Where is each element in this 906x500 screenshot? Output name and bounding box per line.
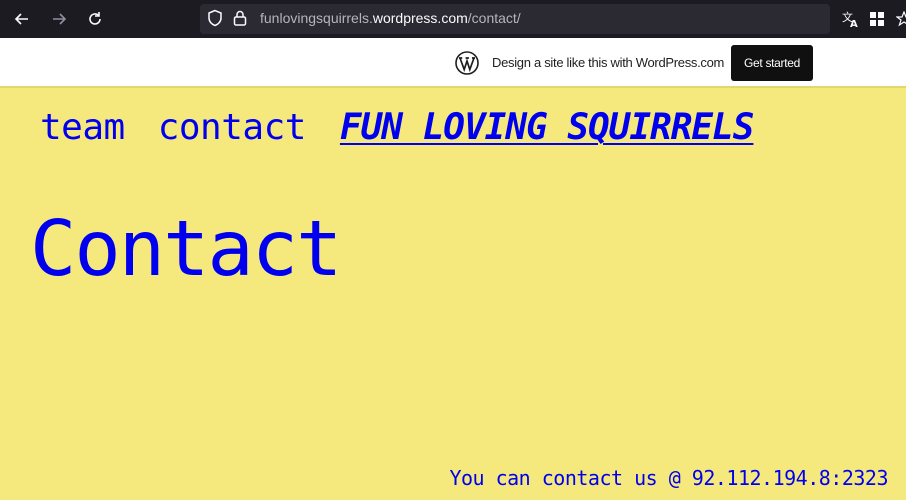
shield-icon[interactable] <box>207 9 225 29</box>
translate-icon[interactable]: 文A <box>840 7 862 31</box>
nav-link-team[interactable]: team <box>40 107 125 148</box>
url-host-main: wordpress.com <box>372 10 468 26</box>
address-bar[interactable]: funlovingsquirrels.wordpress.com/contact… <box>200 4 830 34</box>
lock-icon[interactable] <box>233 9 251 29</box>
site-title-link[interactable]: FUN LOVING SQUIRRELS <box>340 107 754 148</box>
svg-text:A: A <box>850 19 858 28</box>
back-arrow-icon[interactable] <box>10 7 34 31</box>
contact-note: You can contact us @ 92.112.194.8:2323 <box>449 466 888 490</box>
wordpress-logo-icon[interactable] <box>455 51 479 75</box>
bookmark-star-icon[interactable] <box>893 7 906 31</box>
url-text[interactable]: funlovingsquirrels.wordpress.com/contact… <box>260 10 521 26</box>
site-navigation: team contact FUN LOVING SQUIRRELS <box>40 107 754 157</box>
browser-toolbar: funlovingsquirrels.wordpress.com/contact… <box>0 0 906 38</box>
get-started-button[interactable]: Get started <box>731 45 813 81</box>
wordpress-banner: Design a site like this with WordPress.c… <box>0 38 906 88</box>
url-path: /contact/ <box>467 10 521 26</box>
page-title: Contact <box>30 205 343 294</box>
forward-arrow-icon[interactable] <box>47 7 71 31</box>
wordpress-banner-text[interactable]: Design a site like this with WordPress.c… <box>492 55 724 70</box>
nav-link-contact[interactable]: contact <box>158 107 307 148</box>
extensions-icon[interactable] <box>866 7 888 31</box>
reload-icon[interactable] <box>83 7 107 31</box>
url-host-prefix: funlovingsquirrels. <box>260 10 373 26</box>
